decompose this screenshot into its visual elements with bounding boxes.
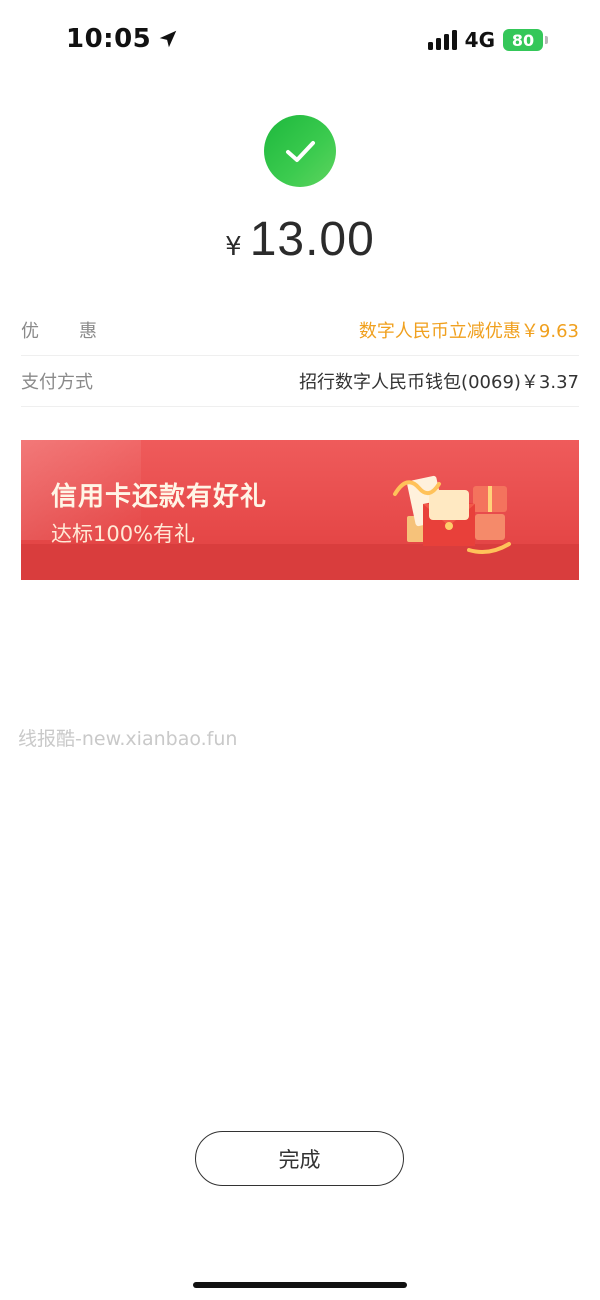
amount-value: 13.00	[249, 213, 375, 266]
watermark-text: 线报酷-new.xianbao.fun	[18, 728, 238, 750]
promo-banner[interactable]: 信用卡还款有好礼 达标100%有礼	[21, 440, 579, 580]
payment-method-value: 招行数字人民币钱包(0069)￥3.37	[299, 372, 579, 393]
checkmark-icon	[286, 141, 315, 162]
status-indicators: 4G 80	[427, 28, 548, 52]
banner-title: 信用卡还款有好礼	[51, 482, 268, 512]
payment-method-label: 支付方式	[21, 372, 93, 393]
banner-subtitle: 达标100%有礼	[51, 522, 196, 546]
cellular-signal-icon	[427, 30, 457, 50]
location-arrow-icon	[160, 30, 177, 48]
clock-time: 10:05	[66, 24, 152, 54]
status-time: 10:05	[66, 24, 179, 54]
success-check-icon	[264, 115, 336, 187]
status-bar: 10:05 4G 80	[0, 0, 600, 82]
battery-cap	[545, 36, 548, 44]
gift-envelope-icon	[393, 475, 511, 554]
home-indicator[interactable]	[193, 1282, 407, 1288]
discount-label: 优惠	[21, 321, 137, 342]
payment-method-row: 支付方式 招行数字人民币钱包(0069)￥3.37	[21, 356, 579, 407]
currency-symbol: ¥	[225, 232, 242, 262]
discount-value: 数字人民币立减优惠￥9.63	[358, 321, 579, 342]
payment-amount: ¥ 13.00	[0, 212, 600, 267]
network-type: 4G	[464, 28, 495, 52]
battery-icon: 80	[503, 29, 548, 51]
discount-row: 优惠 数字人民币立减优惠￥9.63	[21, 305, 579, 356]
battery-level: 80	[503, 29, 543, 51]
done-button[interactable]: 完成	[195, 1131, 404, 1186]
